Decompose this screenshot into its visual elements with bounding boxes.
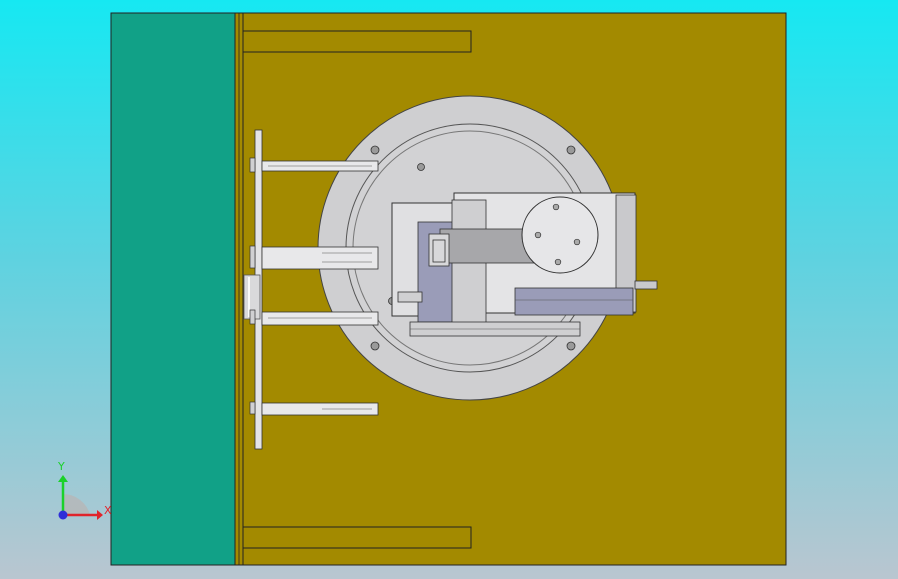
triad-z-axis (58, 510, 68, 520)
bracket-foot (397, 291, 423, 303)
bottom-slot[interactable] (242, 526, 472, 549)
triad-y-arrow (58, 475, 68, 482)
top-slot[interactable] (242, 30, 472, 53)
clamp-block (428, 233, 450, 267)
turntable-screw (552, 203, 560, 211)
axis-triad (58, 475, 103, 520)
gripper-finger[interactable] (261, 246, 379, 270)
graphics-viewport[interactable]: X Y (0, 0, 898, 579)
motor-terminal (634, 280, 658, 290)
triad-y-label: Y (58, 460, 65, 473)
triad-x-label: X (104, 504, 112, 517)
disc-small-hole (417, 163, 425, 171)
disc-bolt-hole (566, 341, 576, 351)
gripper-finger[interactable] (261, 311, 379, 326)
turntable-screw (554, 258, 562, 266)
turntable-screw (534, 231, 542, 239)
triad-x-arrow (97, 510, 103, 520)
disc-bolt-hole (370, 145, 380, 155)
motor-body[interactable] (514, 287, 634, 316)
disc-bolt-hole (566, 145, 576, 155)
disc-bolt-hole (370, 341, 380, 351)
cad-model-view[interactable] (0, 0, 898, 579)
turntable-screw (573, 238, 581, 246)
side-panel[interactable] (110, 12, 236, 566)
guide-block (451, 199, 487, 335)
